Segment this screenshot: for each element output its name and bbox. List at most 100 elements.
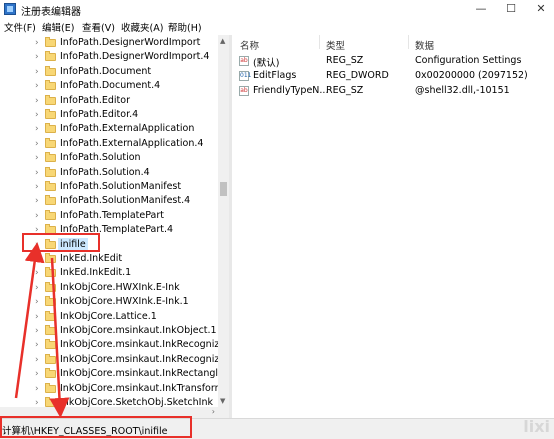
folder-icon — [45, 267, 56, 278]
scroll-up-icon[interactable]: ▲ — [220, 37, 225, 45]
tree-item[interactable]: › InkObjCore.Lattice.1 — [0, 310, 216, 324]
menu-view[interactable]: 查看(V) — [82, 20, 115, 34]
folder-icon — [45, 181, 56, 191]
tree-item[interactable]: › InkObjCore.msinkaut.InkTransform.1 — [0, 382, 229, 396]
tree-item[interactable]: › InkObjCore.msinkaut.InkObject.1 — [0, 324, 217, 338]
chevron-right-icon[interactable]: › — [35, 81, 39, 91]
chevron-right-icon[interactable]: › — [35, 254, 39, 264]
tree-item-label: InfoPath.Solution.4 — [60, 166, 150, 178]
tree-item[interactable]: › InfoPath.SolutionManifest.4 — [0, 194, 216, 208]
tree-item[interactable]: › InfoPath.Editor — [0, 94, 216, 108]
tree-item-label: inifile — [58, 237, 88, 252]
tree-item[interactable]: › InkObjCore.msinkaut.InkRectangle.1 — [0, 367, 229, 381]
tree-item[interactable]: › InkEd.InkEdit.1 — [0, 266, 216, 280]
chevron-right-icon[interactable]: › — [35, 124, 39, 134]
value-data: @shell32.dll,-10151 — [415, 85, 510, 96]
tree-horizontal-scrollbar[interactable]: › — [0, 407, 229, 418]
chevron-right-icon[interactable]: › — [35, 52, 39, 62]
chevron-right-icon[interactable]: › — [35, 369, 39, 379]
folder-icon — [45, 238, 56, 249]
chevron-right-icon[interactable]: › — [35, 398, 39, 407]
tree-item[interactable]: › InfoPath.Solution.4 — [0, 166, 216, 180]
tree-item-label: InkObjCore.Lattice.1 — [60, 310, 157, 322]
chevron-right-icon[interactable]: › — [35, 168, 39, 178]
tree-item-label: InkObjCore.msinkaut.InkRecognizerG — [60, 339, 229, 351]
value-data: 0x00200000 (2097152) — [415, 70, 528, 81]
tree-item-label: InfoPath.Solution — [60, 152, 141, 164]
chevron-right-icon[interactable]: › — [35, 196, 39, 206]
tree-vertical-scrollbar[interactable]: ▲ ▼ — [218, 35, 229, 407]
chevron-right-icon[interactable]: › — [35, 38, 39, 48]
menu-file[interactable]: 文件(F) — [4, 20, 36, 34]
chevron-right-icon[interactable]: › — [35, 153, 39, 163]
scrollbar-thumb[interactable] — [220, 182, 227, 196]
folder-icon — [45, 325, 56, 335]
maximize-button[interactable]: ☐ — [496, 0, 526, 18]
value-data: Configuration Settings — [415, 55, 522, 66]
menu-help[interactable]: 帮助(H) — [168, 20, 202, 34]
folder-icon — [45, 137, 56, 148]
value-row[interactable]: ab (默认) REG_SZ Configuration Settings — [232, 54, 554, 69]
tree-item[interactable]: › InfoPath.Solution — [0, 151, 216, 165]
chevron-right-icon[interactable]: › — [35, 268, 39, 278]
column-header-type[interactable]: 类型 — [326, 38, 345, 52]
scroll-down-icon[interactable]: ▼ — [220, 397, 225, 405]
value-name: EditFlags — [253, 70, 297, 81]
tree-item[interactable]: › InkObjCore.HWXInk.E-Ink — [0, 281, 216, 295]
menu-edit[interactable]: 编辑(E) — [42, 20, 74, 34]
chevron-right-icon[interactable]: › — [35, 110, 39, 120]
column-divider[interactable] — [408, 35, 409, 49]
chevron-right-icon[interactable]: › — [35, 225, 39, 235]
column-header-data[interactable]: 数据 — [415, 38, 434, 52]
tree-item[interactable]: › InfoPath.TemplatePart.4 — [0, 223, 216, 237]
scroll-right-icon[interactable]: › — [212, 407, 215, 416]
tree-item-label: InkObjCore.HWXInk.E-Ink — [60, 281, 180, 293]
tree-item[interactable]: › InfoPath.Document.4 — [0, 79, 216, 93]
value-row[interactable]: ab FriendlyTypeN... REG_SZ @shell32.dll,… — [232, 84, 554, 99]
chevron-right-icon[interactable]: › — [35, 211, 39, 221]
registry-key-tree[interactable]: › InfoPath.DesignerWordImport › InfoPath.De… — [0, 35, 229, 407]
chevron-right-icon[interactable]: › — [35, 384, 39, 394]
chevron-right-icon[interactable]: › — [35, 240, 39, 250]
tree-item[interactable]: › InfoPath.DesignerWordImport — [0, 36, 216, 50]
folder-icon — [45, 281, 56, 292]
folder-icon — [45, 51, 56, 62]
close-button[interactable]: ✕ — [526, 0, 554, 18]
tree-item-label: InfoPath.TemplatePart.4 — [60, 224, 174, 236]
column-divider[interactable] — [319, 35, 320, 49]
chevron-right-icon[interactable]: › — [35, 283, 39, 293]
minimize-button[interactable]: — — [466, 0, 496, 18]
value-row[interactable]: 011 EditFlags REG_DWORD 0x00200000 (2097… — [232, 69, 554, 84]
tree-item[interactable]: › InfoPath.Document — [0, 65, 216, 79]
tree-item[interactable]: › InkObjCore.msinkaut.InkRecognizerG — [0, 338, 229, 352]
tree-item[interactable]: › InfoPath.TemplatePart — [0, 209, 216, 223]
tree-item[interactable]: › InfoPath.ExternalApplication.4 — [0, 137, 216, 151]
chevron-right-icon[interactable]: › — [35, 297, 39, 307]
tree-item[interactable]: › InfoPath.SolutionManifest — [0, 180, 216, 194]
status-path: 计算机\HKEY_CLASSES_ROOT\inifile — [2, 426, 168, 437]
tree-item-selected[interactable]: › inifile — [0, 237, 216, 252]
tree-item[interactable]: › InkObjCore.SketchObj.SketchInk — [0, 396, 216, 407]
value-type: REG_SZ — [326, 55, 364, 66]
menu-favorites[interactable]: 收藏夹(A) — [121, 20, 163, 34]
chevron-right-icon[interactable]: › — [35, 67, 39, 77]
folder-icon — [45, 195, 56, 206]
chevron-right-icon[interactable]: › — [35, 326, 39, 336]
chevron-right-icon[interactable]: › — [35, 96, 39, 106]
chevron-right-icon[interactable]: › — [35, 139, 39, 149]
tree-item[interactable]: › InfoPath.ExternalApplication — [0, 122, 216, 136]
tree-item[interactable]: › InkEd.InkEdit — [0, 252, 216, 266]
value-name: (默认) — [253, 58, 280, 69]
chevron-right-icon[interactable]: › — [35, 312, 39, 322]
folder-icon — [45, 94, 56, 105]
chevron-right-icon[interactable]: › — [35, 355, 39, 365]
tree-item[interactable]: › InkObjCore.msinkaut.InkRecognizers. — [0, 353, 229, 367]
status-bar: 计算机\HKEY_CLASSES_ROOT\inifile — [0, 418, 554, 439]
chevron-right-icon[interactable]: › — [35, 340, 39, 350]
tree-item[interactable]: › InkObjCore.HWXInk.E-Ink.1 — [0, 295, 216, 309]
chevron-right-icon[interactable]: › — [35, 182, 39, 192]
tree-item[interactable]: › InfoPath.DesignerWordImport.4 — [0, 50, 216, 64]
tree-item[interactable]: › InfoPath.Editor.4 — [0, 108, 216, 122]
column-header-name[interactable]: 名称 — [240, 38, 259, 52]
string-value-icon: ab — [239, 56, 249, 66]
